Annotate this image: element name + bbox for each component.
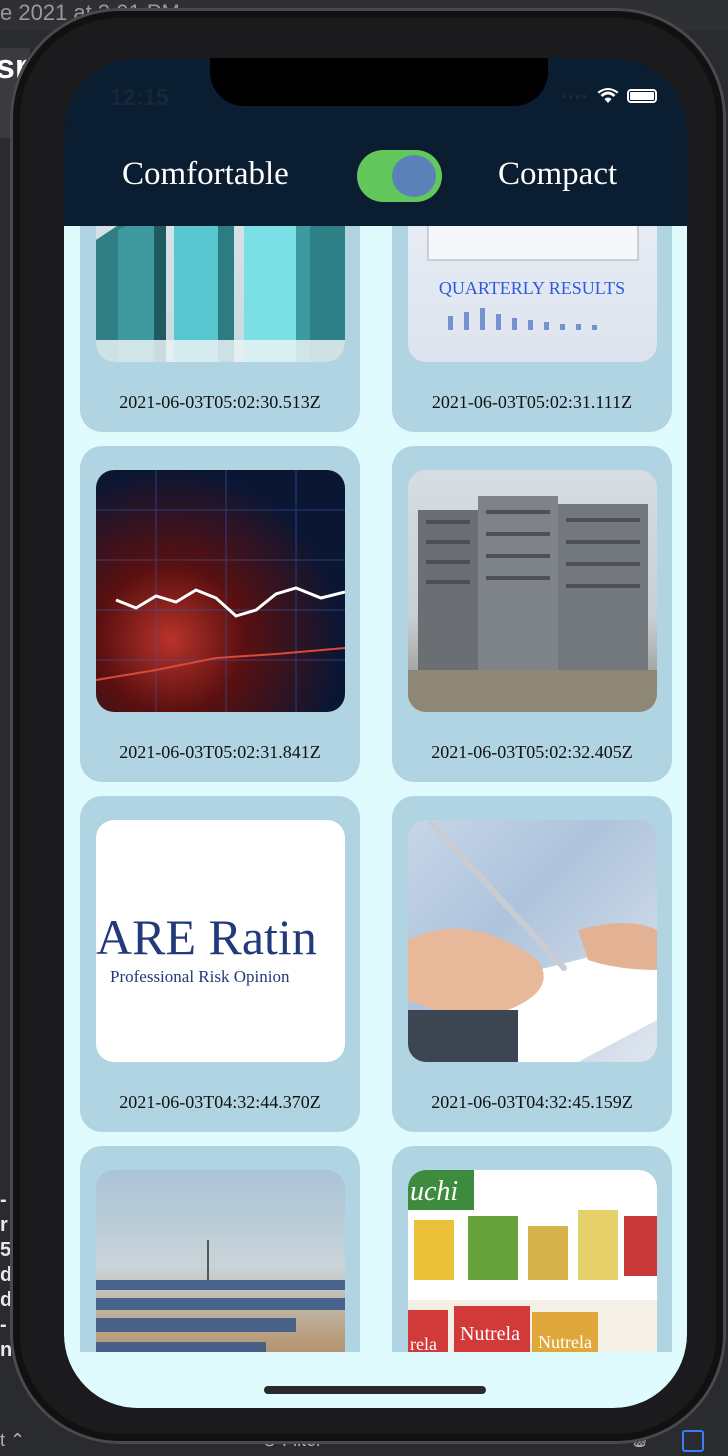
card-grid-scroll[interactable]: 2021-06-03T05:02:30.513Z QUARTERLY RESUL…: [64, 226, 687, 1402]
care-logo-graphic: ARE Ratin Professional Risk Opinion: [96, 909, 317, 986]
card-caption: 2021-06-03T04:32:45.159Z: [431, 1092, 633, 1112]
svg-text:QUARTERLY RESULTS: QUARTERLY RESULTS: [439, 278, 625, 298]
status-icons: ••••: [561, 88, 657, 104]
layout-toggle[interactable]: [357, 150, 442, 202]
panel-toggle-icon[interactable]: [682, 1430, 704, 1452]
compact-label[interactable]: Compact: [498, 156, 617, 193]
buildings-image: [408, 470, 657, 712]
status-time: 12:15: [110, 84, 169, 110]
card-item[interactable]: 2021-06-03T05:02:32.405Z: [392, 446, 672, 782]
card-caption: 2021-06-03T05:02:31.841Z: [119, 742, 321, 762]
phone-frame: 12:15 •••• Comfortable Compact 2021-06-0…: [10, 8, 726, 1444]
toggle-knob: [392, 155, 436, 197]
battery-icon: [627, 89, 657, 103]
signal-dots-icon: ••••: [561, 88, 589, 104]
card-caption: 2021-06-03T05:02:31.111Z: [431, 392, 633, 412]
card-item[interactable]: 2021-06-03T05:02:31.841Z: [80, 446, 360, 782]
notch: [210, 58, 548, 106]
card-item[interactable]: QUARTERLY RESULTS 2021-06-03T05:02:31.11…: [392, 226, 672, 432]
svg-text:ARE Ratin: ARE Ratin: [96, 909, 317, 965]
card-caption: 2021-06-03T05:02:30.513Z: [119, 392, 321, 412]
card-item[interactable]: 2021-06-03T05:02:30.513Z: [80, 226, 360, 432]
card-item[interactable]: ARE Ratin Professional Risk Opinion 2021…: [80, 796, 360, 1132]
writing-graphic: [408, 821, 657, 1062]
status-bar: 12:15 ••••: [64, 58, 687, 138]
card-caption: 2021-06-03T05:02:32.405Z: [431, 742, 633, 762]
card-caption: 2021-06-03T04:32:44.370Z: [119, 1092, 321, 1112]
comfortable-label[interactable]: Comfortable: [122, 156, 289, 193]
svg-text:Nutrela: Nutrela: [460, 1323, 520, 1345]
quarterly-results-image: QUARTERLY RESULTS: [408, 226, 657, 362]
svg-text:Nutrela: Nutrela: [538, 1332, 592, 1352]
care-ratings-image: ARE Ratin Professional Risk Opinion: [96, 820, 345, 1062]
writing-image: [408, 820, 657, 1062]
candlestick-graphic: [96, 470, 345, 712]
buildings-graphic: [408, 496, 657, 712]
home-indicator-area: [64, 1352, 687, 1408]
svg-text:Professional Risk Opinion: Professional Risk Opinion: [110, 967, 290, 986]
bar-chart-graphic: [96, 226, 345, 362]
svg-text:rela: rela: [410, 1334, 437, 1354]
svg-text:uchi: uchi: [410, 1176, 458, 1207]
home-indicator[interactable]: [264, 1386, 486, 1394]
phone-screen: 12:15 •••• Comfortable Compact 2021-06-0…: [64, 58, 687, 1408]
card-item[interactable]: 2021-06-03T04:32:45.159Z: [392, 796, 672, 1132]
stock-chart-image: [96, 470, 345, 712]
quarterly-graphic: QUARTERLY RESULTS: [427, 226, 639, 330]
wifi-icon: [597, 88, 619, 103]
bar-chart-image: [96, 226, 345, 362]
layout-header: Comfortable Compact: [64, 138, 687, 226]
